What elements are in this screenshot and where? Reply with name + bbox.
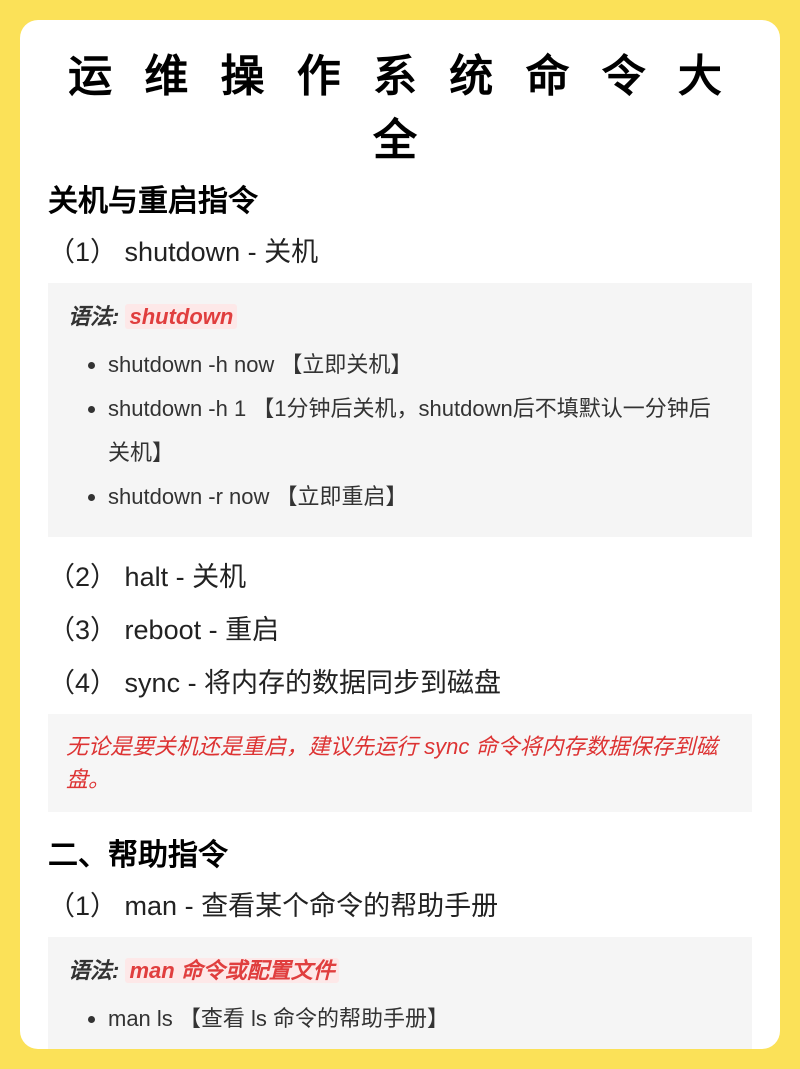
- syntax-line: 语法: man 命令或配置文件: [68, 953, 732, 985]
- syntax-label: 语法:: [68, 304, 119, 329]
- list-item: shutdown -r now 【立即重启】: [108, 475, 732, 519]
- idx: （2）: [48, 562, 117, 592]
- label: reboot - 重启: [125, 615, 280, 645]
- example-list: man ls 【查看 ls 命令的帮助手册】 man netstat 【查看 n…: [68, 997, 732, 1049]
- cmd-reboot: （3） reboot - 重启: [48, 608, 752, 647]
- list-item: shutdown -h 1 【1分钟后关机，shutdown后不填默认一分钟后关…: [108, 387, 732, 475]
- idx: （1）: [48, 237, 117, 267]
- label: man - 查看某个命令的帮助手册: [125, 891, 499, 921]
- document-card: 运 维 操 作 系 统 命 令 大 全 关机与重启指令 （1） shutdown…: [20, 20, 780, 1049]
- page-title: 运 维 操 作 系 统 命 令 大 全: [48, 40, 752, 168]
- note-text: 无论是要关机还是重启，建议先运行 sync 命令将内存数据保存到磁盘。: [66, 730, 734, 796]
- list-item: shutdown -h now 【立即关机】: [108, 343, 732, 387]
- syntax-line: 语法: shutdown: [68, 299, 732, 331]
- section-heading-help: 二、帮助指令: [48, 830, 752, 874]
- label: shutdown - 关机: [125, 237, 319, 267]
- note-box: 无论是要关机还是重启，建议先运行 sync 命令将内存数据保存到磁盘。: [48, 714, 752, 812]
- example-list: shutdown -h now 【立即关机】 shutdown -h 1 【1分…: [68, 343, 732, 519]
- syntax-box-man: 语法: man 命令或配置文件 man ls 【查看 ls 命令的帮助手册】 m…: [48, 937, 752, 1049]
- syntax-label: 语法:: [68, 958, 119, 983]
- syntax-command: man 命令或配置文件: [125, 958, 338, 983]
- label: halt - 关机: [125, 562, 247, 592]
- cmd-man: （1） man - 查看某个命令的帮助手册: [48, 884, 752, 923]
- idx: （1）: [48, 891, 117, 921]
- syntax-box-shutdown: 语法: shutdown shutdown -h now 【立即关机】 shut…: [48, 283, 752, 537]
- idx: （4）: [48, 668, 117, 698]
- section-heading-shutdown: 关机与重启指令: [48, 176, 752, 220]
- idx: （3）: [48, 615, 117, 645]
- list-item: man netstat 【查看 netstat 命令的帮助手册】: [108, 1041, 732, 1049]
- label: sync - 将内存的数据同步到磁盘: [125, 668, 502, 698]
- cmd-halt: （2） halt - 关机: [48, 555, 752, 594]
- cmd-sync: （4） sync - 将内存的数据同步到磁盘: [48, 661, 752, 700]
- cmd-shutdown: （1） shutdown - 关机: [48, 230, 752, 269]
- syntax-command: shutdown: [125, 304, 237, 329]
- list-item: man ls 【查看 ls 命令的帮助手册】: [108, 997, 732, 1041]
